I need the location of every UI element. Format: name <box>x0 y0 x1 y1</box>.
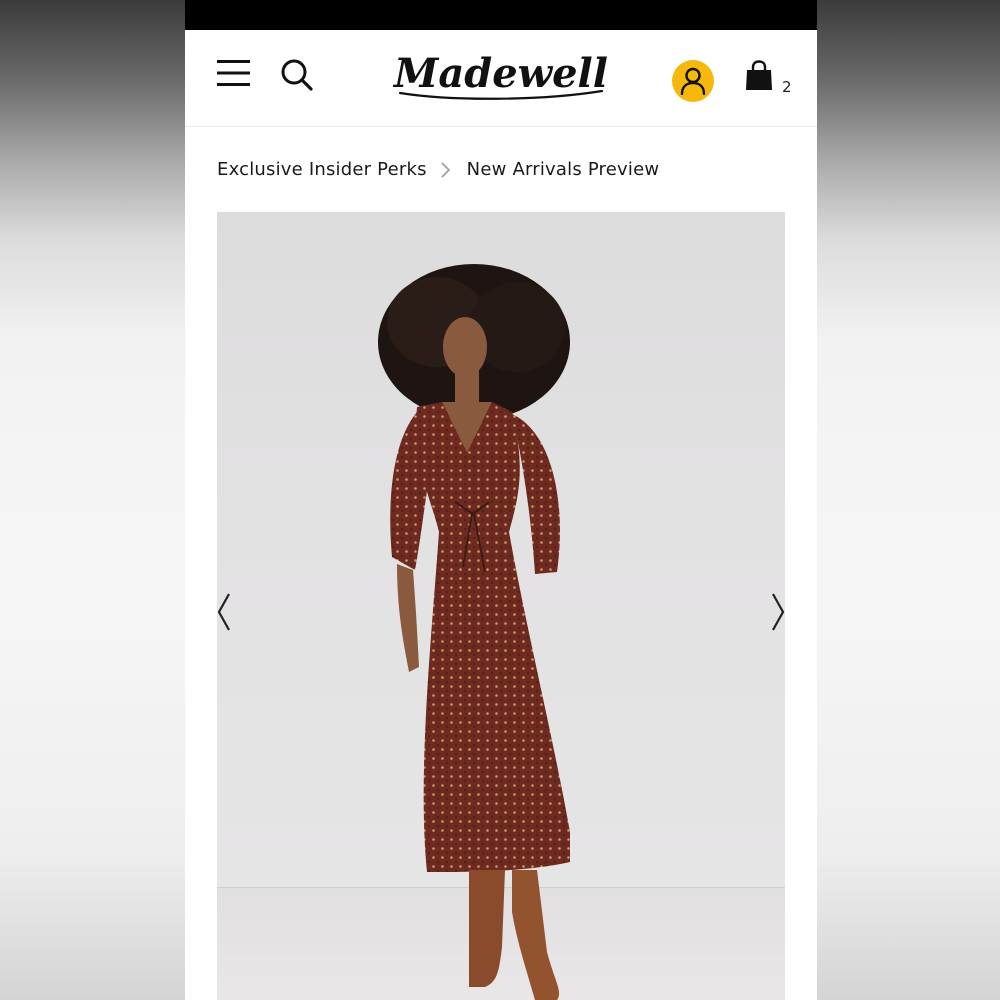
breadcrumb: Exclusive Insider Perks New Arrivals Pre… <box>217 155 659 183</box>
hamburger-menu-icon[interactable] <box>217 59 251 87</box>
chevron-right-icon <box>427 159 467 179</box>
product-image-carousel[interactable] <box>217 212 785 1000</box>
chevron-left-icon[interactable] <box>217 590 237 634</box>
background-right <box>815 0 1000 1000</box>
shopping-bag-icon[interactable] <box>745 60 773 92</box>
breadcrumb-item-new-arrivals[interactable]: New Arrivals Preview <box>467 159 660 180</box>
chevron-right-icon[interactable] <box>765 590 785 634</box>
search-icon[interactable] <box>280 58 314 92</box>
mobile-screen: Madewell 2 Exclusive Insider Perks New A… <box>185 0 817 1000</box>
site-header: Madewell 2 <box>185 30 817 127</box>
bag-item-count: 2 <box>782 78 792 96</box>
product-image <box>378 264 570 1000</box>
user-account-icon[interactable] <box>672 60 714 102</box>
background-left <box>0 0 185 1000</box>
status-bar <box>185 0 817 30</box>
logo-text: Madewell <box>392 50 608 97</box>
breadcrumb-item-insider-perks[interactable]: Exclusive Insider Perks <box>217 159 427 180</box>
brand-logo[interactable]: Madewell <box>390 47 612 109</box>
